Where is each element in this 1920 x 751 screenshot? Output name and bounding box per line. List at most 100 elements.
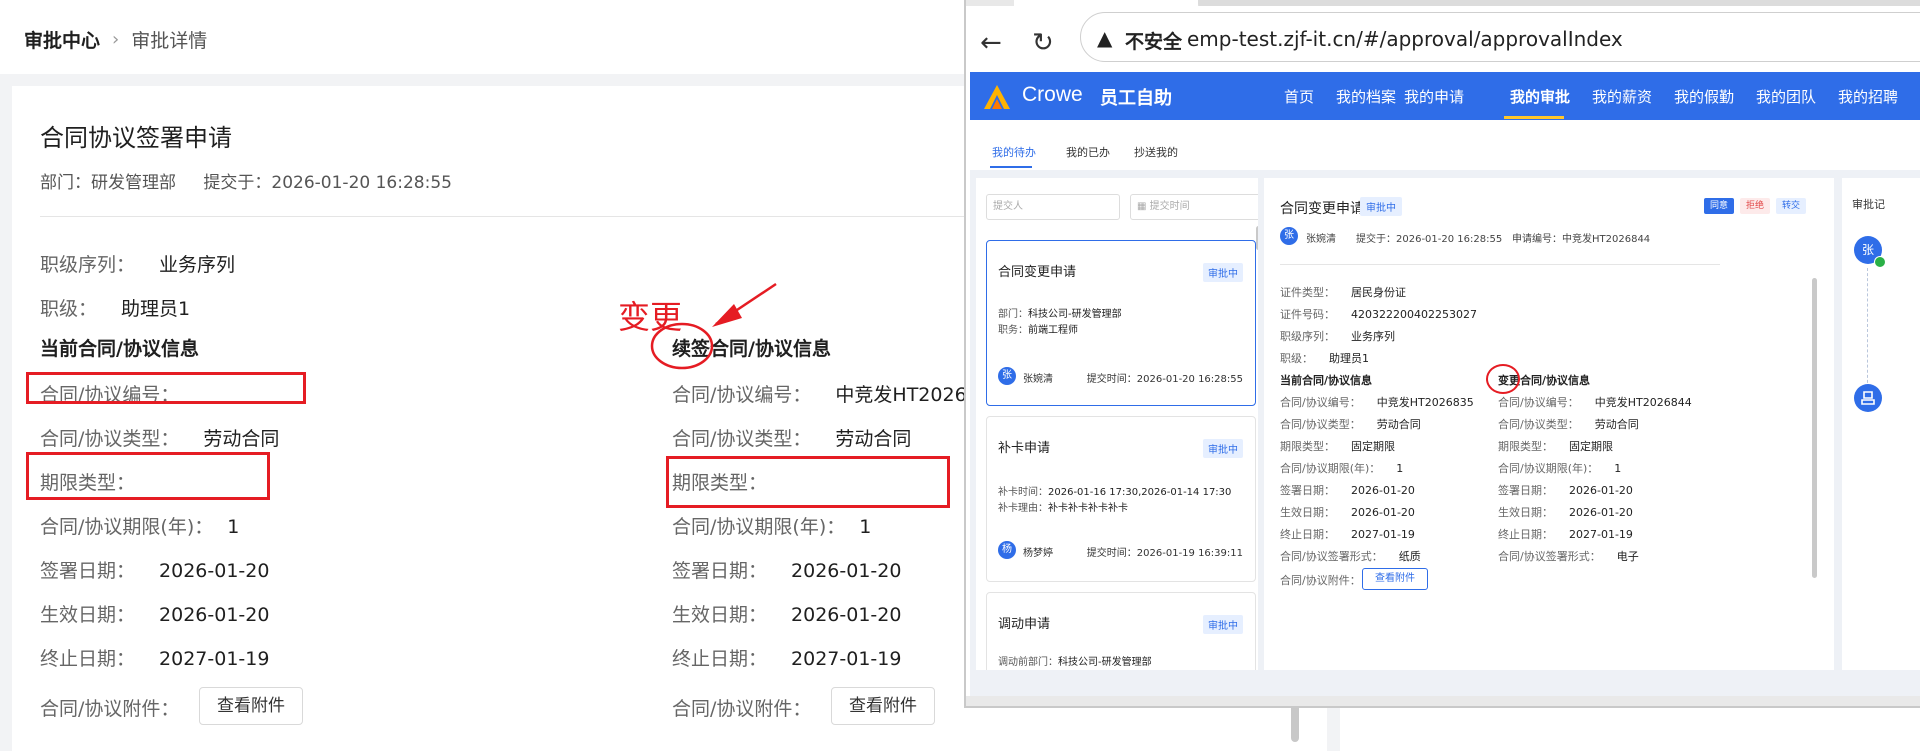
line-label: 补卡时间： — [998, 487, 1048, 498]
line-value: 2026-01-16 17:30,2026-01-14 17:30 — [1048, 487, 1232, 498]
field-value: 劳动合同 — [1376, 418, 1421, 431]
field-label: 合同/协议类型： — [1280, 418, 1361, 431]
avatar: 杨 — [998, 541, 1016, 559]
cur-years-row: 合同/协议期限(年)： 1 — [1280, 460, 1403, 476]
menu-my-approvals[interactable]: 我的审批 — [1510, 86, 1570, 107]
detail-view-attachment-button[interactable]: 查看附件 — [1362, 568, 1428, 590]
list-item-line2: 职务：前端工程师 — [998, 321, 1078, 336]
field-label: 期限类型： — [1498, 440, 1553, 453]
approval-list-panel: 提交人 ▦ 提交时间 合同变更申请 审批中 部门：科技公司-研发管理部 职务：前… — [976, 178, 1258, 670]
current-contract-section-title: 当前合同/协议信息 — [40, 338, 199, 360]
detail-scrollbar[interactable] — [1812, 278, 1817, 578]
renew-view-attachment-button[interactable]: 查看附件 — [831, 687, 935, 725]
list-scrollbar[interactable] — [1256, 226, 1258, 250]
browser-window: ← ↻ ▲ 不安全 emp-test.zjf-it.cn/#/approval/… — [964, 0, 1920, 708]
annotation-circle-change — [1486, 364, 1520, 394]
menu-my-attendance[interactable]: 我的假勤 — [1674, 86, 1734, 107]
field-label: 合同/协议附件： — [40, 698, 180, 720]
cur-eff-row: 生效日期： 2026-01-20 — [1280, 504, 1415, 520]
agree-button[interactable]: 同意 — [1704, 198, 1734, 214]
chg-sign-row: 签署日期： 2026-01-20 — [1498, 482, 1633, 498]
calendar-icon: ▦ — [1137, 201, 1150, 212]
menu-my-salary[interactable]: 我的薪资 — [1592, 86, 1652, 107]
field-label: 签署日期： — [672, 560, 768, 582]
current-sign-date-row: 签署日期： 2026-01-20 — [40, 556, 269, 583]
field-value: 业务序列 — [159, 254, 236, 276]
tab-my-done[interactable]: 我的已办 — [1066, 144, 1110, 160]
menu-my-profile[interactable]: 我的档案 — [1336, 86, 1396, 107]
level-row: 职级： 助理员1 — [1280, 350, 1369, 366]
chg-years-row: 合同/协议期限(年)： 1 — [1498, 460, 1621, 476]
cur-no-row: 合同/协议编号： 中竞发HT2026835 — [1280, 394, 1474, 410]
job-level-row: 职级： 助理员1 — [40, 294, 190, 321]
field-value: 2026-01-20 — [1569, 484, 1633, 497]
chg-no-row: 合同/协议编号： 中竞发HT2026844 — [1498, 394, 1692, 410]
annotation-box-current-no — [26, 372, 306, 404]
menu-my-recruiting[interactable]: 我的招聘 — [1838, 86, 1898, 107]
list-item-line2: 补卡理由：补卡补卡补卡补卡 — [998, 499, 1128, 514]
field-value: 劳动合同 — [203, 428, 280, 450]
renew-effective-date-row: 生效日期： 2026-01-20 — [672, 600, 901, 627]
reload-icon[interactable]: ↻ — [1032, 28, 1054, 58]
reject-button[interactable]: 拒绝 — [1740, 198, 1770, 214]
detail-submitter-name: 张婉清 — [1306, 234, 1336, 245]
approval-detail-panel: 合同变更申请 审批中 同意 拒绝 转交 张 张婉清 提交于：2026-01-20… — [1264, 178, 1834, 670]
list-item[interactable]: 合同变更申请 审批中 部门：科技公司-研发管理部 职务：前端工程师 张 张婉清 … — [986, 240, 1256, 406]
transfer-button[interactable]: 转交 — [1776, 198, 1806, 214]
url-text[interactable]: emp-test.zjf-it.cn/#/approval/approvalIn… — [1187, 27, 1623, 51]
detail-avatar: 张 — [1280, 227, 1298, 245]
list-item[interactable]: 调动申请 审批中 调动前部门：科技公司-研发管理部 — [986, 592, 1256, 670]
approved-check-icon — [1874, 256, 1886, 268]
page-title: 合同协议签署申请 — [40, 124, 232, 152]
field-label: 合同/协议期限(年)： — [1280, 462, 1381, 475]
detail-apply-no: 申请编号：中竞发HT2026844 — [1512, 234, 1651, 245]
submit-time: 提交时间：2026-01-19 16:39:11 — [1086, 548, 1243, 559]
submitter-filter-input[interactable]: 提交人 — [986, 194, 1120, 220]
field-label: 签署日期： — [40, 560, 136, 582]
warning-icon[interactable]: ▲ — [1097, 26, 1112, 50]
breadcrumb-approval-center[interactable]: 审批中心 — [24, 26, 100, 53]
status-badge: 审批中 — [1203, 263, 1243, 282]
tab-my-todo[interactable]: 我的待办 — [992, 144, 1036, 160]
field-value: 纸质 — [1398, 550, 1421, 563]
breadcrumb-current: 审批详情 — [131, 30, 208, 52]
line-value: 科技公司-研发管理部 — [1058, 657, 1152, 668]
line-label: 补卡理由： — [998, 503, 1048, 514]
portal-header: Crowe 员工自助 首页 我的档案 我的申请 我的审批 我的薪资 我的假勤 我… — [970, 72, 1920, 120]
field-label: 生效日期： — [1498, 506, 1553, 519]
submit-time-filter-input[interactable]: ▦ 提交时间 — [1130, 194, 1258, 220]
current-effective-date-row: 生效日期： 2026-01-20 — [40, 600, 269, 627]
cur-term-row: 期限类型： 固定期限 — [1280, 438, 1395, 454]
insecure-label[interactable]: 不安全 — [1125, 27, 1182, 54]
field-label: 合同/协议类型： — [1498, 418, 1579, 431]
field-label: 合同/协议编号： — [672, 384, 812, 406]
tab-cc-to-me[interactable]: 抄送我的 — [1134, 144, 1178, 160]
menu-my-team[interactable]: 我的团队 — [1756, 86, 1816, 107]
brand-subtitle: 员工自助 — [1100, 88, 1172, 109]
current-view-attachment-button[interactable]: 查看附件 — [199, 687, 303, 725]
submitter-name: 杨梦婷 — [1023, 548, 1053, 559]
record-title: 审批记 — [1852, 198, 1885, 211]
menu-my-applications[interactable]: 我的申请 — [1404, 86, 1464, 107]
list-item[interactable]: 补卡申请 审批中 补卡时间：2026-01-16 17:30,2026-01-1… — [986, 416, 1256, 582]
field-value: 1 — [859, 516, 872, 538]
chg-type-row: 合同/协议类型： 劳动合同 — [1498, 416, 1639, 432]
field-value: 2026-01-20 — [159, 560, 270, 582]
breadcrumb: 审批中心 › 审批详情 — [24, 26, 207, 53]
field-label: 证件号码： — [1280, 308, 1335, 321]
series-row: 职级序列： 业务序列 — [1280, 328, 1395, 344]
address-bar[interactable]: ▲ 不安全 emp-test.zjf-it.cn/#/approval/appr… — [1080, 12, 1920, 62]
field-value: 2027-01-19 — [159, 648, 270, 670]
back-arrow-icon[interactable]: ← — [980, 28, 1002, 58]
approver-stamp-icon — [1854, 384, 1882, 412]
field-label: 合同/协议期限(年)： — [1498, 462, 1599, 475]
cur-form-row: 合同/协议签署形式： 纸质 — [1280, 548, 1421, 564]
field-value: 中竞发HT2026835 — [1376, 396, 1474, 409]
field-value: 业务序列 — [1351, 330, 1395, 343]
renew-term-years-row: 合同/协议期限(年)： 1 — [672, 512, 871, 539]
field-label: 生效日期： — [40, 604, 136, 626]
field-label: 合同/协议期限(年)： — [672, 516, 846, 538]
field-value: 2026-01-20 — [1351, 506, 1415, 519]
id-no-row: 证件号码： 420322200402253027 — [1280, 306, 1477, 322]
menu-home[interactable]: 首页 — [1284, 86, 1314, 107]
